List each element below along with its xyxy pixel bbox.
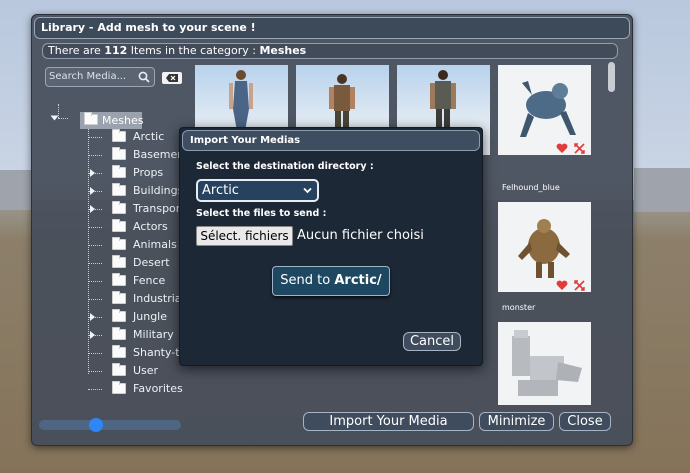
scene-building [0,170,32,210]
import-dialog: Import Your Medias Select the destinatio… [179,127,483,366]
folder-icon [84,112,98,125]
zoom-slider-track[interactable] [39,420,181,430]
zoom-slider-handle[interactable] [88,418,103,432]
grid-scrollbar[interactable] [608,62,615,92]
destination-label: Select the destination directory : [196,161,374,172]
file-status: Aucun fichier choisi [297,228,424,243]
library-title: Library - Add mesh to your scene ! [34,17,630,39]
send-target: Arctic/ [334,273,382,288]
tree-item-label: Favorites [133,382,183,395]
tree-item-label: User [133,364,159,377]
tree-guide [88,281,102,282]
tree-root-expander[interactable] [50,115,59,121]
tree-item-label: Animals [133,238,177,251]
tree-guide [58,118,68,119]
clear-search-button[interactable] [162,72,182,84]
folder-icon [112,381,126,394]
chevron-down-icon [303,187,312,194]
thumbnail-label: Felhound_blue [502,183,560,192]
category-name: Meshes [259,44,307,57]
tree-expander-icon[interactable] [90,187,95,195]
info-mid: Items in the category : [130,44,256,57]
tree-guide [88,389,102,390]
tree-guide [88,245,102,246]
folder-icon [112,273,126,286]
folder-icon [112,309,126,322]
folder-icon [112,219,126,232]
tree-expander-icon[interactable] [90,169,95,177]
folder-icon [112,345,126,358]
scene-building [634,168,690,212]
folder-icon [112,129,126,142]
tree-guide [88,353,102,354]
send-prefix: Send to [280,273,331,288]
tree-item-label: Actors [133,220,168,233]
tree-item-label: Arctic [133,130,165,143]
folder-icon [112,237,126,250]
tree-guide [88,127,89,374]
tree-item-meshes[interactable]: Meshes [80,112,144,129]
monster-model-icon [518,219,570,278]
cancel-button[interactable]: Cancel [403,332,461,351]
folder-icon [112,147,126,160]
ruins-model-icon [512,330,582,396]
tree-guide [88,299,102,300]
info-prefix: There are [48,44,101,57]
tree-item-label: Fence [133,274,166,287]
clear-icon [166,74,178,82]
add-to-scene-icon[interactable] [574,280,585,291]
tree-expander-icon[interactable] [90,331,95,339]
minimize-button[interactable]: Minimize [479,412,554,431]
dialog-title: Import Your Medias [182,130,480,151]
felhound-model-icon [520,81,576,137]
choose-files-button[interactable]: Sélect. fichiers [196,226,293,246]
search-input[interactable]: Search Media... [45,67,155,87]
tree-item-label: Desert [133,256,170,269]
add-to-scene-icon[interactable] [574,143,585,154]
tree-item-label: Military [133,328,174,341]
item-count: 112 [104,44,128,57]
tree-guide [88,137,102,138]
tree-item-label: Industrial [133,292,185,305]
favorite-heart-icon[interactable] [556,280,568,291]
import-media-button[interactable]: Import Your Media [303,412,474,431]
tree-item-label: Props [133,166,164,179]
tree-item-label: Buildings [133,184,184,197]
folder-icon [112,327,126,340]
folder-icon [112,363,126,376]
tree-expander-icon[interactable] [90,313,95,321]
search-icon[interactable] [138,71,150,83]
folder-icon [112,165,126,178]
files-label: Select the files to send : [196,208,327,219]
search-placeholder: Search Media... [49,71,127,82]
folder-tree: Meshes Arctic Basement Props Buildings Trans… [46,93,202,395]
folder-icon [112,255,126,268]
destination-select[interactable]: Arctic [196,179,319,202]
folder-icon [112,291,126,304]
tree-item-label: Meshes [102,114,144,127]
favorite-heart-icon[interactable] [556,143,568,154]
destination-value: Arctic [202,183,239,198]
tree-guide [88,155,102,156]
media-thumbnail[interactable] [498,65,591,155]
close-button[interactable]: Close [559,412,611,431]
tree-expander-icon[interactable] [90,205,95,213]
tree-guide [88,263,102,264]
folder-icon [112,183,126,196]
send-button[interactable]: Send to Arctic/ [272,266,390,296]
thumbnail-label: monster [502,303,536,312]
category-info: There are 112 Items in the category : Me… [42,43,618,59]
tree-guide [88,371,102,372]
media-thumbnail[interactable] [498,202,591,292]
tree-guide [88,227,102,228]
folder-icon [112,201,126,214]
media-thumbnail[interactable] [498,322,591,405]
tree-item-label: Jungle [133,310,167,323]
